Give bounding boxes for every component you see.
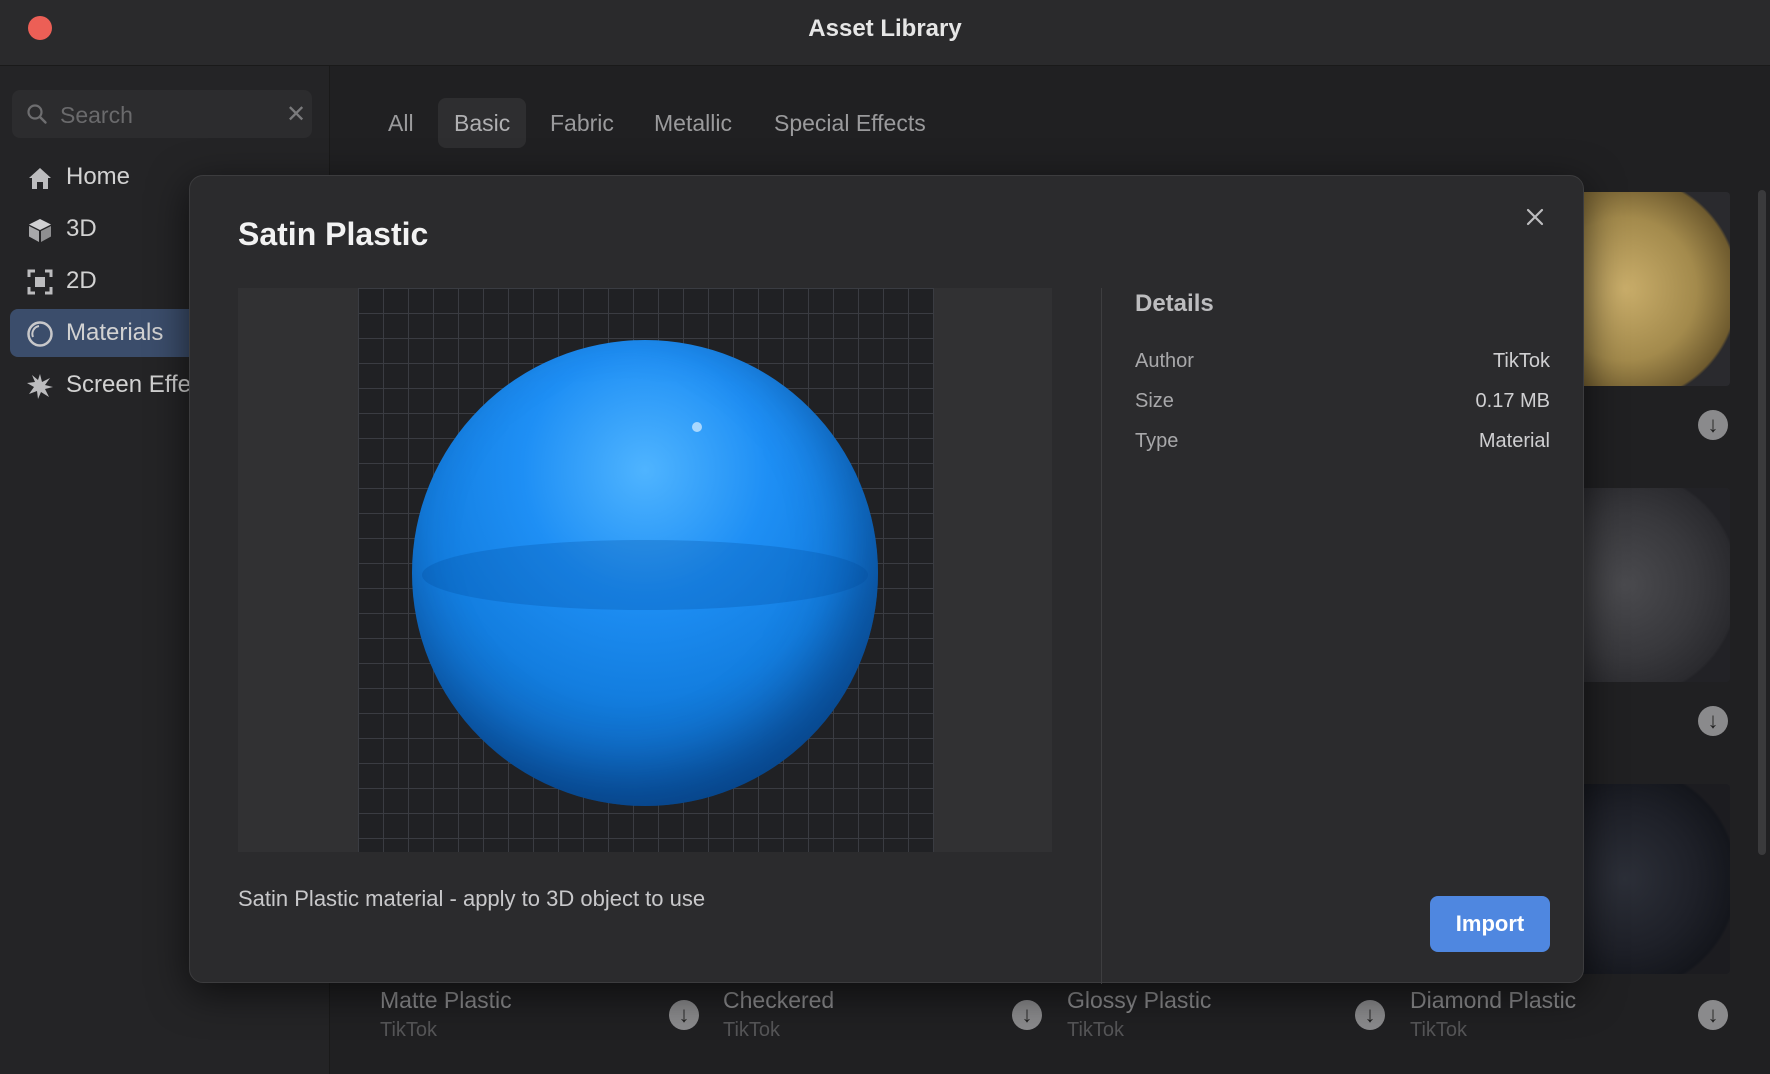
card-title: Matte Plastic [380, 987, 512, 1013]
download-icon[interactable] [669, 1000, 699, 1030]
asset-detail-dialog: Satin Plastic Satin Plastic material - a… [189, 175, 1584, 984]
detail-key: Size [1135, 390, 1174, 412]
search-field[interactable]: Search ✕ [12, 90, 312, 138]
card-title: Diamond Plastic [1410, 987, 1577, 1013]
detail-value: 0.17 MB [1475, 390, 1550, 412]
frame-icon [27, 269, 53, 295]
tab-fabric[interactable]: Fabric [534, 98, 630, 148]
download-icon[interactable] [1698, 410, 1728, 440]
detail-row-size: Size 0.17 MB [1135, 390, 1550, 420]
card-title: Checkered [723, 987, 835, 1013]
close-icon[interactable] [1520, 202, 1550, 232]
dialog-title: Satin Plastic [238, 216, 429, 252]
card-author: TikTok [1067, 1019, 1125, 1041]
tab-all[interactable]: All [372, 98, 430, 148]
sidebar-item-label: Home [66, 163, 131, 190]
import-button[interactable]: Import [1430, 896, 1550, 952]
clear-search-icon[interactable]: ✕ [286, 100, 306, 129]
divider [1101, 288, 1102, 984]
title-bar: Asset Library [0, 0, 1770, 66]
card-title: Glossy Plastic [1067, 987, 1212, 1013]
material-preview [238, 288, 1052, 852]
download-icon[interactable] [1355, 1000, 1385, 1030]
sparkle-icon [27, 374, 53, 399]
material-thumbnail[interactable] [1580, 488, 1730, 682]
download-icon[interactable] [1698, 1000, 1728, 1030]
card-author: TikTok [380, 1019, 438, 1041]
material-thumbnail[interactable] [1580, 784, 1730, 974]
scrollbar[interactable] [1758, 190, 1766, 855]
material-description: Satin Plastic material - apply to 3D obj… [238, 886, 706, 911]
sidebar-item-label: 3D [66, 215, 97, 242]
search-input[interactable]: Search [60, 102, 133, 129]
tab-metallic[interactable]: Metallic [638, 98, 748, 148]
detail-value: Material [1478, 430, 1550, 452]
cube-icon [29, 219, 51, 242]
details-heading: Details [1135, 290, 1214, 317]
search-icon [27, 104, 47, 124]
asset-library-window: Asset Library Search ✕ Home 3D 2D Materi… [0, 0, 1770, 1074]
detail-row-type: Type Material [1135, 430, 1550, 460]
detail-row-author: Author TikTok [1135, 350, 1550, 380]
detail-key: Type [1135, 430, 1179, 452]
material-sphere [412, 340, 878, 806]
home-icon [29, 168, 51, 189]
material-icon [27, 321, 53, 347]
sidebar-item-label: 2D [66, 267, 97, 294]
detail-key: Author [1135, 350, 1194, 372]
card-author: TikTok [723, 1019, 781, 1041]
tab-special-effects[interactable]: Special Effects [758, 98, 942, 148]
material-thumbnail[interactable] [1580, 192, 1730, 386]
download-icon[interactable] [1698, 706, 1728, 736]
sidebar-item-label: Materials [66, 319, 164, 346]
download-icon[interactable] [1012, 1000, 1042, 1030]
window-title: Asset Library [808, 15, 962, 42]
sidebar-item-label: Screen Effe [66, 371, 191, 398]
tab-basic[interactable]: Basic [438, 98, 527, 148]
card-author: TikTok [1410, 1019, 1468, 1041]
detail-value: TikTok [1492, 350, 1550, 372]
